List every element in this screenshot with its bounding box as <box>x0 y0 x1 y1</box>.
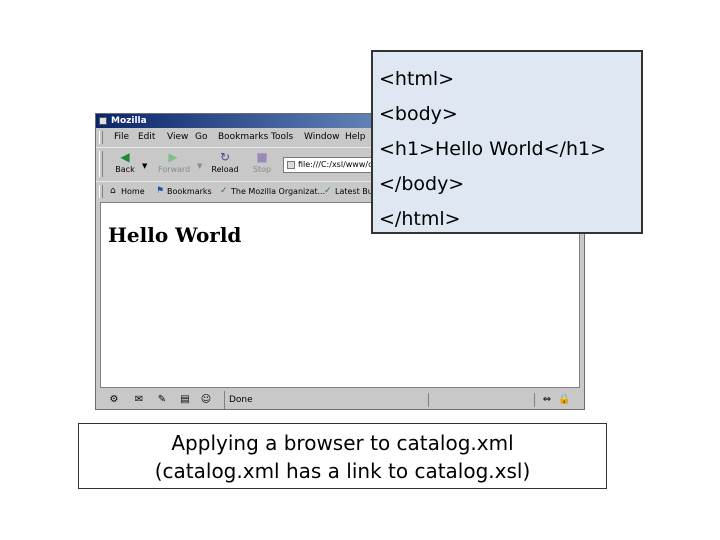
back-button[interactable]: ◀ Back <box>110 150 140 180</box>
slide-caption: Applying a browser to catalog.xml (catal… <box>78 423 607 489</box>
status-divider <box>428 393 429 407</box>
page-icon <box>287 160 295 169</box>
menu-view[interactable]: View <box>167 129 188 146</box>
menu-window[interactable]: Window <box>304 129 340 146</box>
toolbar-grip[interactable] <box>99 185 103 198</box>
bookmark-home[interactable]: ⌂ Home <box>110 182 145 201</box>
bookmark-bookmarks[interactable]: ⚑ Bookmarks <box>156 182 212 201</box>
online-status-icon[interactable]: ⇔ <box>538 394 556 406</box>
forward-label: Forward <box>158 165 191 174</box>
address-book-icon[interactable]: ▤ <box>179 394 191 406</box>
status-bar: ⚙ ✉ ✎ ▤ ☺ Done ⇔ 🔒 <box>96 391 584 409</box>
code-line: </html> <box>379 208 461 230</box>
forward-dropdown-icon[interactable]: ▼ <box>197 162 202 170</box>
code-line: <html> <box>379 68 455 90</box>
code-line: <h1>Hello World</h1> <box>379 138 606 160</box>
mail-icon[interactable]: ✉ <box>133 394 145 406</box>
status-divider <box>534 393 535 407</box>
menu-file[interactable]: File <box>114 129 129 146</box>
menu-help[interactable]: Help <box>345 129 366 146</box>
bookmarks-icon: ⚑ <box>156 186 165 196</box>
bookmark-link-icon: ✓ <box>324 186 332 196</box>
mozilla-app-icon <box>99 117 107 125</box>
code-line: <body> <box>379 103 458 125</box>
reload-button[interactable]: ↻ Reload <box>210 150 240 180</box>
toolbar-grip[interactable] <box>99 151 103 177</box>
bookmark-latest-builds[interactable]: ✓ Latest Bu <box>324 182 373 201</box>
toolbar-grip[interactable] <box>99 131 103 144</box>
bookmark-mozilla-organization[interactable]: ✓ The Mozilla Organizat... <box>220 182 325 201</box>
stop-icon: ■ <box>256 150 268 164</box>
back-label: Back <box>115 165 135 174</box>
window-title: Mozilla <box>111 116 147 126</box>
caption-line-1: Applying a browser to catalog.xml <box>171 431 514 455</box>
stop-label: Stop <box>252 165 272 174</box>
navigator-icon[interactable]: ⚙ <box>108 394 120 406</box>
forward-button[interactable]: ▶ Forward <box>158 150 191 180</box>
menu-go[interactable]: Go <box>195 129 207 146</box>
chat-icon[interactable]: ☺ <box>200 394 212 406</box>
composer-icon[interactable]: ✎ <box>156 394 168 406</box>
security-lock-icon[interactable]: 🔒 <box>558 394 570 406</box>
back-arrow-icon: ◀ <box>120 150 130 164</box>
menu-edit[interactable]: Edit <box>138 129 155 146</box>
code-line: </body> <box>379 173 465 195</box>
menu-tools[interactable]: Tools <box>271 129 293 146</box>
back-dropdown-icon[interactable]: ▼ <box>142 162 147 170</box>
menu-bookmarks[interactable]: Bookmarks <box>218 129 268 146</box>
reload-label: Reload <box>211 165 239 174</box>
home-icon: ⌂ <box>110 186 116 196</box>
status-text: Done <box>224 391 253 409</box>
stop-button[interactable]: ■ Stop <box>247 150 277 180</box>
bookmark-link-icon: ✓ <box>220 186 228 196</box>
page-heading: Hello World <box>108 223 242 247</box>
forward-arrow-icon: ▶ <box>168 150 178 164</box>
xml-source-box: <html> <body> <h1>Hello World</h1> </bod… <box>371 50 643 234</box>
reload-icon: ↻ <box>219 150 231 164</box>
caption-line-2: (catalog.xml has a link to catalog.xsl) <box>154 459 531 483</box>
